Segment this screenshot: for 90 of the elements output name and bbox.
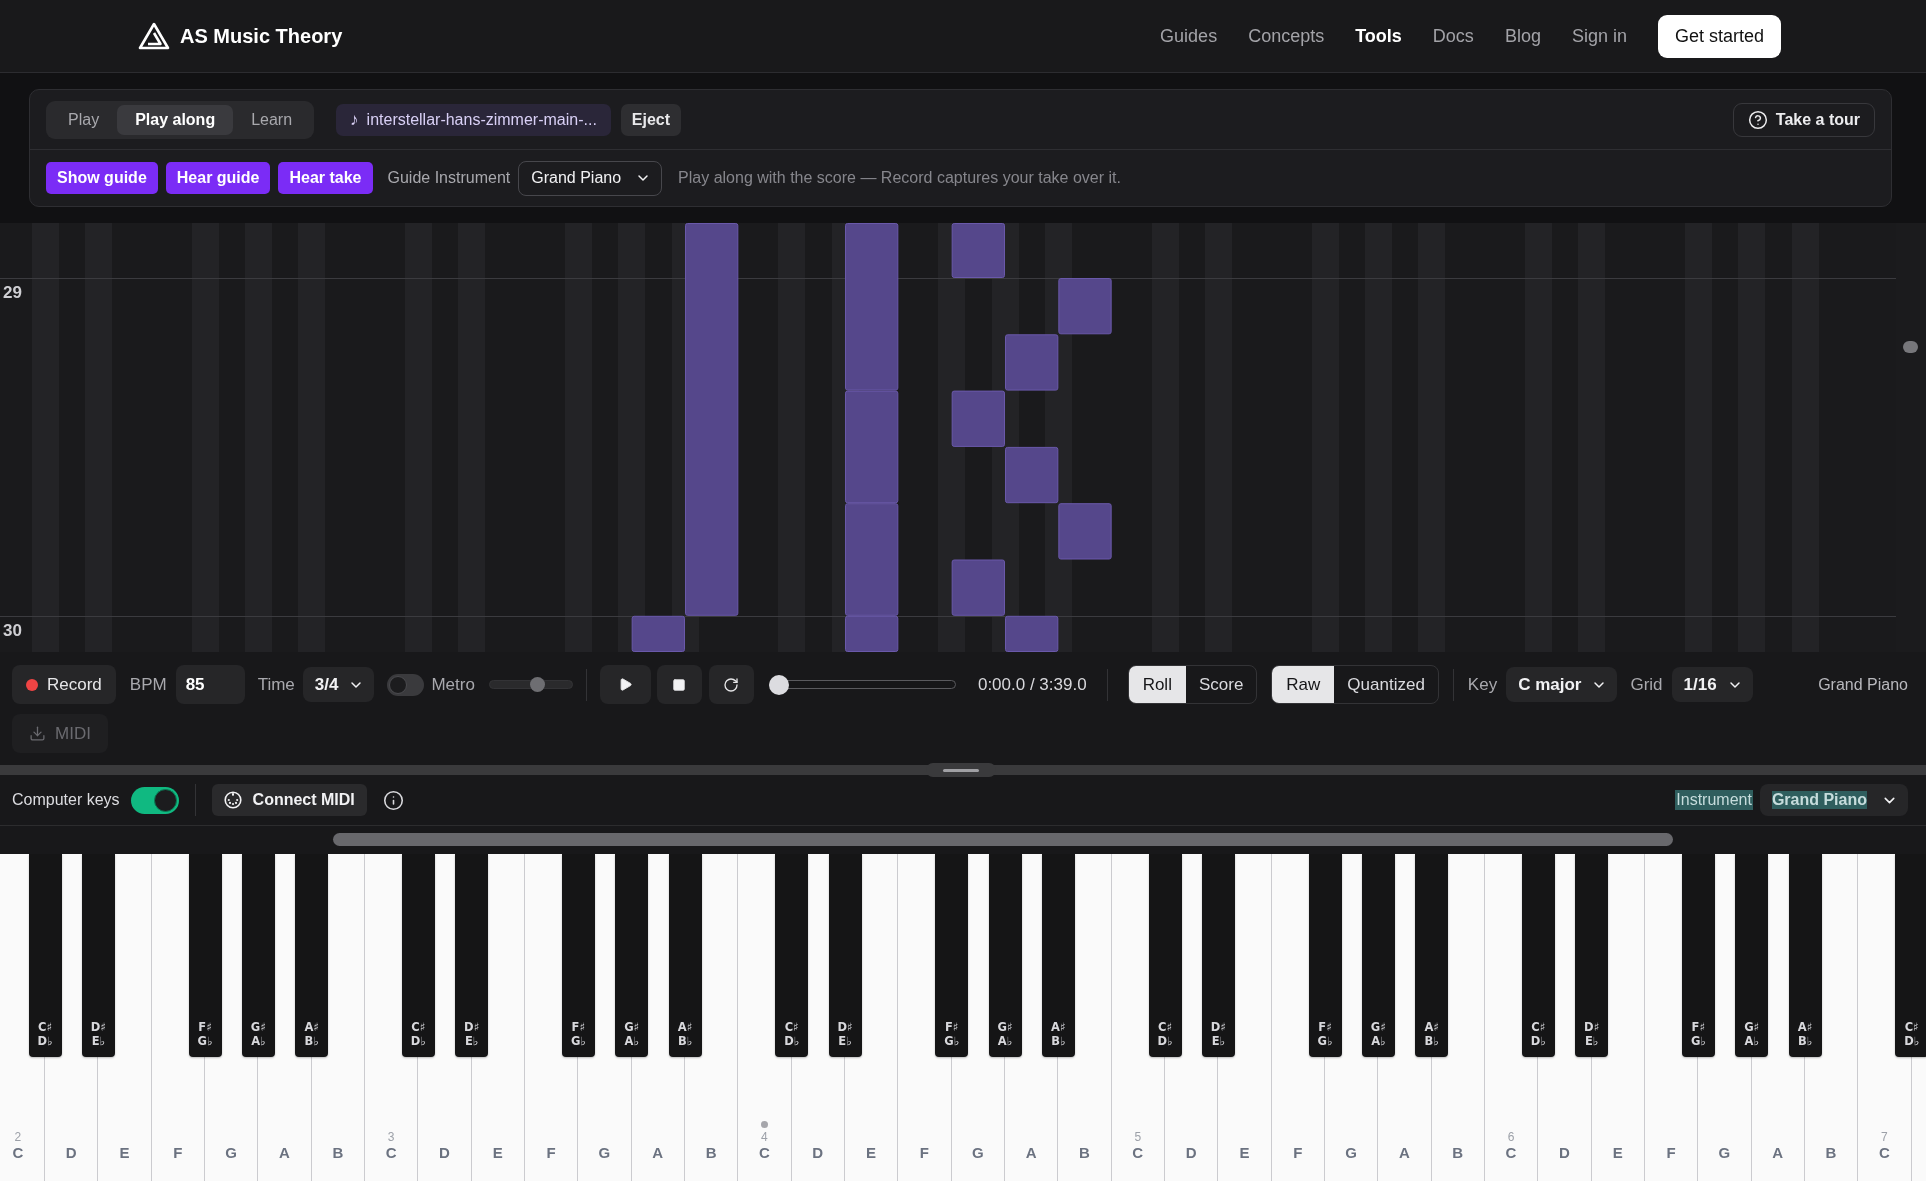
metronome-switch[interactable] — [387, 673, 425, 696]
instrument-name: Grand Piano — [1818, 675, 1908, 694]
record-dot-icon — [26, 678, 38, 691]
sharp-key[interactable]: D♯ E♭ — [828, 854, 862, 1057]
nav-link[interactable]: Blog — [1504, 25, 1541, 47]
computer-keys-label: Computer keys — [12, 791, 120, 809]
sharp-key[interactable]: A♯ B♭ — [1788, 854, 1822, 1057]
computer-keys-switch[interactable] — [130, 786, 179, 814]
info-icon[interactable] — [382, 789, 404, 811]
sharp-key[interactable]: D♯ E♭ — [81, 854, 115, 1057]
sharp-key[interactable]: F♯ G♭ — [1681, 854, 1715, 1057]
sharp-key[interactable]: C♯ D♭ — [1148, 854, 1182, 1057]
file-chip[interactable]: ♪ interstellar-hans-zimmer-main-... — [336, 103, 611, 136]
scrollbar-thumb[interactable] — [333, 833, 1673, 846]
sharp-key[interactable]: A♯ B♭ — [295, 854, 329, 1057]
sharp-key[interactable]: C♯ D♭ — [401, 854, 435, 1057]
view-option[interactable]: Roll — [1128, 666, 1186, 703]
sharp-key[interactable]: G♯ A♭ — [1361, 854, 1395, 1057]
mode-tab[interactable]: Learn — [233, 104, 311, 135]
sharp-key[interactable]: G♯ A♭ — [241, 854, 275, 1057]
time-label: Time — [257, 674, 295, 695]
mode-tab[interactable]: Play — [50, 104, 118, 135]
connector-icon — [223, 791, 242, 809]
measure-number: 30 — [3, 620, 22, 641]
sharp-key[interactable]: A♯ B♭ — [668, 854, 702, 1057]
guide-instrument-label: Guide Instrument — [387, 169, 511, 187]
loop-button[interactable] — [708, 665, 754, 704]
sharp-key[interactable]: C♯ D♭ — [1521, 854, 1555, 1057]
rotate-icon — [723, 676, 740, 693]
slider-thumb[interactable] — [529, 677, 545, 692]
sharp-key[interactable]: G♯ A♭ — [615, 854, 649, 1057]
sharp-key[interactable]: C♯ D♭ — [28, 854, 62, 1057]
sharp-key[interactable]: F♯ G♭ — [935, 854, 969, 1057]
sharp-key[interactable]: A♯ B♭ — [1041, 854, 1075, 1057]
get-started-button[interactable]: Get started — [1657, 14, 1781, 58]
help-icon — [1747, 109, 1768, 130]
download-icon — [29, 725, 47, 742]
brand-name[interactable]: AS Music Theory — [180, 24, 343, 48]
volume-slider[interactable] — [488, 680, 573, 689]
guide-toggle[interactable]: Hear take — [278, 162, 373, 194]
nav-link[interactable]: Docs — [1432, 25, 1474, 47]
metronome-label: Metro — [431, 674, 475, 695]
grid-select[interactable]: 1/16 — [1671, 667, 1753, 702]
sharp-key[interactable]: C♯ D♭ — [1895, 854, 1926, 1057]
sharp-key[interactable]: G♯ A♭ — [1735, 854, 1769, 1057]
guide-toggle[interactable]: Show guide — [46, 162, 158, 194]
slider-thumb[interactable] — [768, 674, 789, 695]
sharp-key[interactable]: F♯ G♭ — [188, 854, 222, 1057]
scrollbar-thumb[interactable] — [1903, 341, 1918, 353]
connect-midi-button[interactable]: Connect MIDI — [211, 784, 367, 816]
sharp-key[interactable]: D♯ E♭ — [455, 854, 489, 1057]
sharp-key[interactable]: F♯ G♭ — [1308, 854, 1342, 1057]
play-icon — [617, 677, 633, 692]
mode-tab[interactable]: Play along — [117, 104, 234, 135]
timing-option[interactable]: Raw — [1272, 666, 1335, 703]
stop-icon — [672, 677, 687, 692]
stop-button[interactable] — [656, 665, 702, 704]
record-button[interactable]: Record — [12, 665, 116, 704]
timing-option[interactable]: Quantized — [1334, 666, 1438, 703]
file-name: interstellar-hans-zimmer-main-... — [366, 110, 597, 129]
measure-number: 29 — [3, 283, 22, 303]
nav-link[interactable]: Tools — [1355, 25, 1402, 47]
nav-link[interactable]: Sign in — [1571, 25, 1627, 47]
eject-button[interactable]: Eject — [620, 103, 682, 136]
sharp-key[interactable]: D♯ E♭ — [1201, 854, 1235, 1057]
logo-icon — [138, 22, 170, 50]
view-option[interactable]: Score — [1185, 666, 1257, 703]
tour-button[interactable]: Take a tour — [1732, 102, 1875, 137]
sharp-key[interactable]: D♯ E♭ — [1575, 854, 1609, 1057]
nav-link[interactable]: Guides — [1160, 25, 1218, 47]
instrument-label: Instrument — [1675, 790, 1753, 810]
marker-dot-icon — [760, 1121, 768, 1128]
sharp-key[interactable]: F♯ G♭ — [561, 854, 595, 1057]
time-readout: 0:00.0 / 3:39.0 — [977, 674, 1087, 695]
play-button[interactable] — [599, 665, 651, 704]
key-label: Key — [1467, 674, 1498, 695]
time-signature-select[interactable]: 3/4 — [302, 667, 375, 702]
guide-toggle[interactable]: Hear guide — [165, 162, 271, 194]
sharp-key[interactable]: A♯ B♭ — [1415, 854, 1449, 1057]
bpm-input[interactable]: 85 — [175, 665, 245, 704]
sharp-key[interactable]: C♯ D♭ — [775, 854, 809, 1057]
instrument-select[interactable]: Grand Piano — [1759, 784, 1908, 816]
grid-label: Grid — [1630, 674, 1663, 695]
sharp-key[interactable]: G♯ A♭ — [988, 854, 1022, 1057]
instrument-select[interactable]: Grand Piano — [518, 160, 663, 196]
bpm-label: BPM — [129, 674, 167, 695]
nav-link[interactable]: Concepts — [1248, 25, 1325, 47]
hint-text: Play along with the score — Record captures your take over it. — [678, 169, 1121, 187]
key-select[interactable]: C major — [1506, 667, 1618, 702]
music-note-icon: ♪ — [350, 109, 359, 130]
